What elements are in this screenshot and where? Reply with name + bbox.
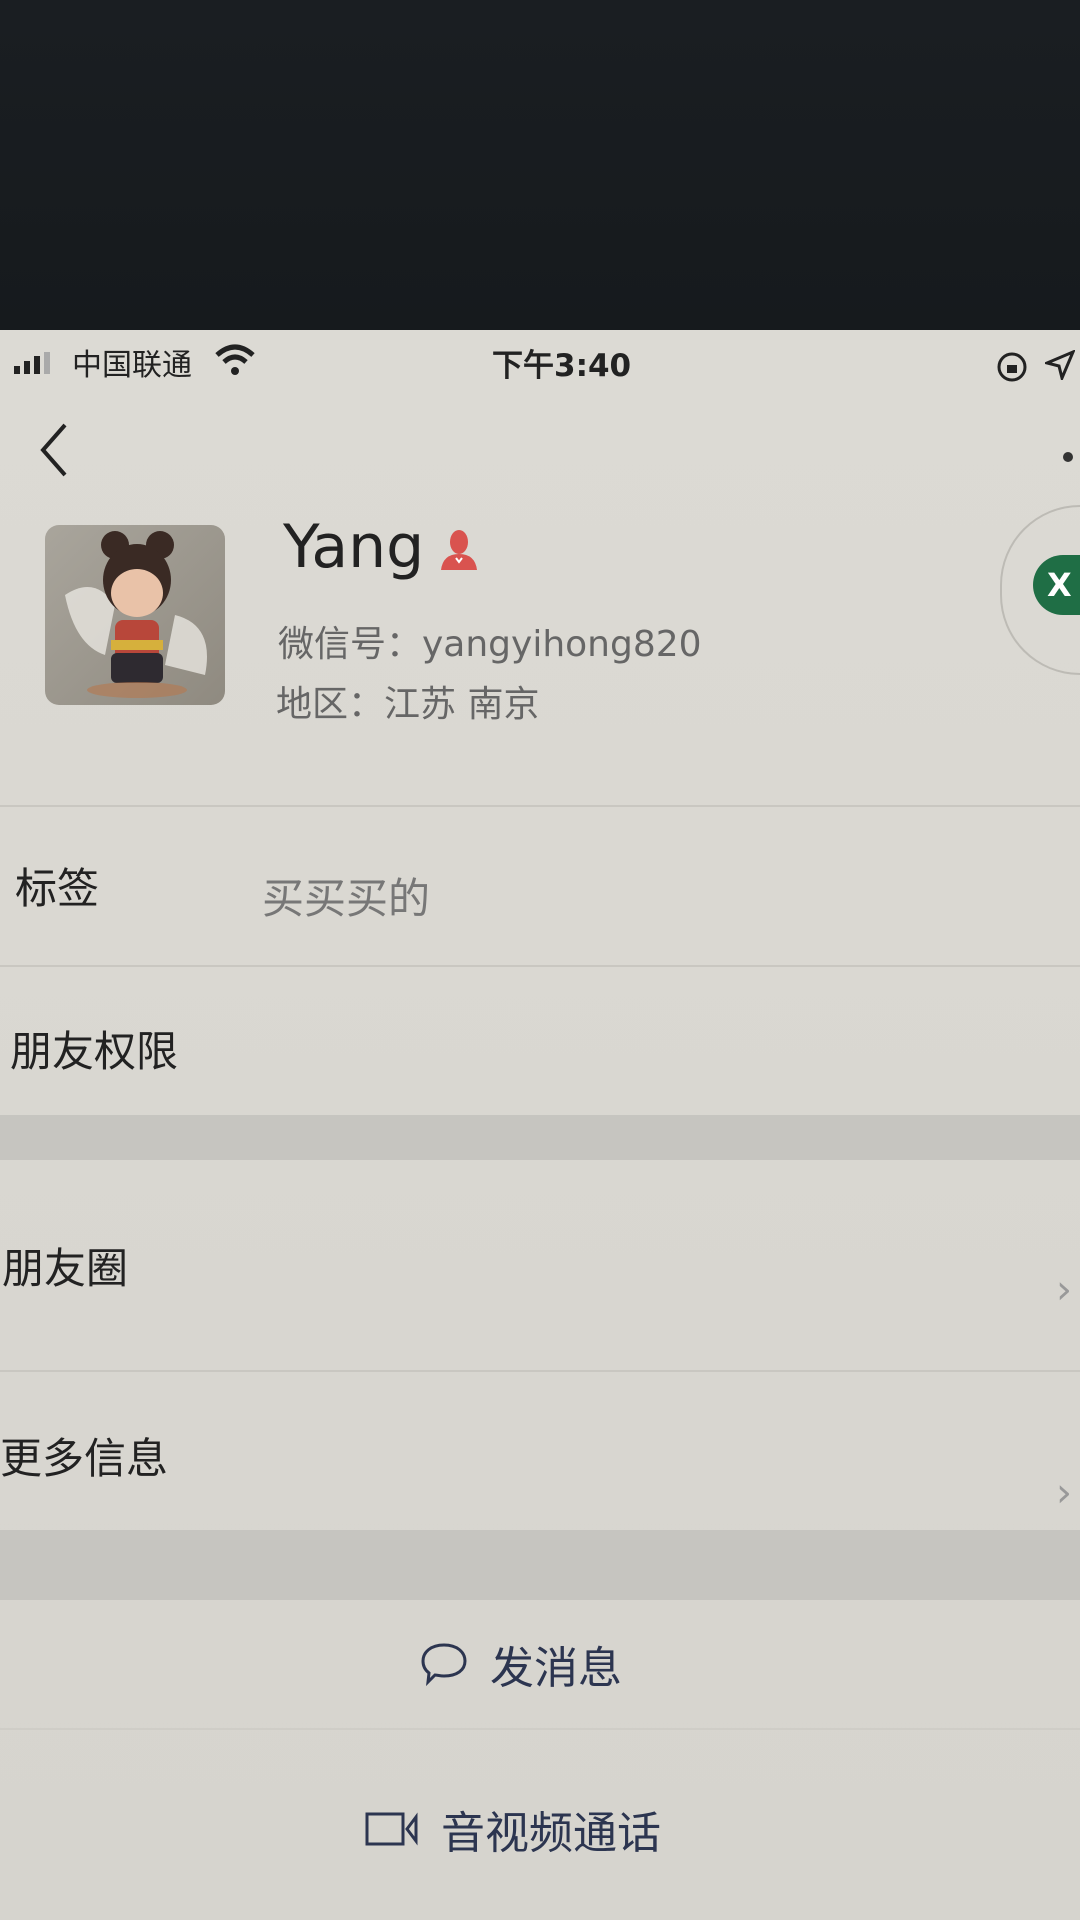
carrier-label: 中国联通	[72, 348, 192, 383]
divider	[0, 1728, 1080, 1730]
avatar[interactable]	[45, 525, 225, 705]
signal-icon	[14, 352, 50, 374]
send-message-button[interactable]: 发消息	[420, 1632, 622, 1696]
friend-permissions-row[interactable]: 朋友权限	[10, 1018, 178, 1079]
section-separator	[0, 1115, 1080, 1160]
divider	[0, 1370, 1080, 1372]
wechat-id: 微信号：yangyihong820	[278, 624, 702, 665]
chevron-right-icon: ›	[1056, 1267, 1072, 1313]
video-call-button[interactable]: 音视频通话	[365, 1797, 661, 1861]
wifi-icon	[215, 344, 255, 375]
video-call-label: 音视频通话	[441, 1808, 661, 1859]
more-options-icon[interactable]	[1063, 452, 1073, 462]
tags-label[interactable]: 标签	[15, 855, 99, 916]
rotation-lock-icon	[997, 352, 1027, 382]
chevron-right-icon: ›	[1056, 1470, 1072, 1516]
profile-name: Yang	[283, 512, 425, 582]
region: 地区：江苏 南京	[276, 684, 540, 725]
chat-bubble-icon	[421, 1643, 467, 1686]
video-camera-icon	[365, 1812, 418, 1846]
divider	[0, 965, 1080, 967]
moments-row[interactable]: 朋友圈	[2, 1235, 128, 1296]
divider	[0, 805, 1080, 807]
avatar-cartoon-image	[65, 531, 207, 698]
section-separator	[0, 1530, 1080, 1600]
tags-value[interactable]: 买买买的	[262, 865, 430, 926]
location-icon	[1045, 350, 1075, 380]
female-gender-icon	[441, 530, 477, 570]
status-time: 下午3:40	[492, 348, 632, 384]
more-info-row[interactable]: 更多信息	[0, 1425, 168, 1486]
back-button[interactable]	[35, 420, 75, 480]
send-message-label: 发消息	[490, 1643, 622, 1694]
photo-dark-border	[0, 0, 1080, 330]
